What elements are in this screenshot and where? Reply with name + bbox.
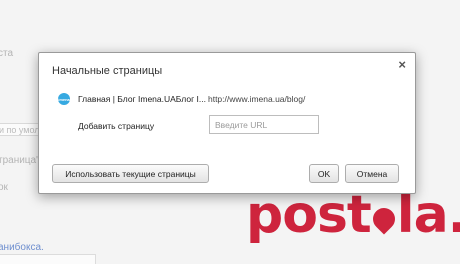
settings-page: ста и по умол траница" ок анибокса. post…	[0, 0, 460, 264]
startup-page-row[interactable]: imena Главная | Блог Imena.UAБлог I... h…	[58, 93, 305, 105]
map-pin-icon	[368, 203, 400, 235]
bg-bottom-field	[0, 254, 96, 264]
cancel-button[interactable]: Отмена	[345, 164, 399, 183]
startup-page-url: http://www.imena.ua/blog/	[207, 94, 306, 104]
watermark-text-end: la.ru	[396, 185, 460, 245]
bg-text-fragment: ста	[0, 48, 14, 59]
startup-page-title: Главная | Блог Imena.UAБлог I...	[78, 94, 206, 104]
bg-text-fragment: ок	[0, 182, 8, 193]
url-input[interactable]	[209, 115, 319, 134]
bg-link-fragment[interactable]: анибокса.	[0, 242, 44, 253]
use-current-pages-button[interactable]: Использовать текущие страницы	[52, 164, 209, 183]
add-page-label: Добавить страницу	[78, 121, 155, 131]
close-icon[interactable]: ×	[398, 58, 406, 72]
dialog-title: Начальные страницы	[52, 65, 163, 77]
watermark-text-start: post	[246, 185, 372, 245]
bg-text-fragment: траница"	[0, 155, 40, 166]
startup-pages-dialog: Начальные страницы × imena Главная | Бло…	[38, 52, 416, 194]
ok-button[interactable]: OK	[309, 164, 339, 183]
site-favicon-icon: imena	[58, 93, 70, 105]
